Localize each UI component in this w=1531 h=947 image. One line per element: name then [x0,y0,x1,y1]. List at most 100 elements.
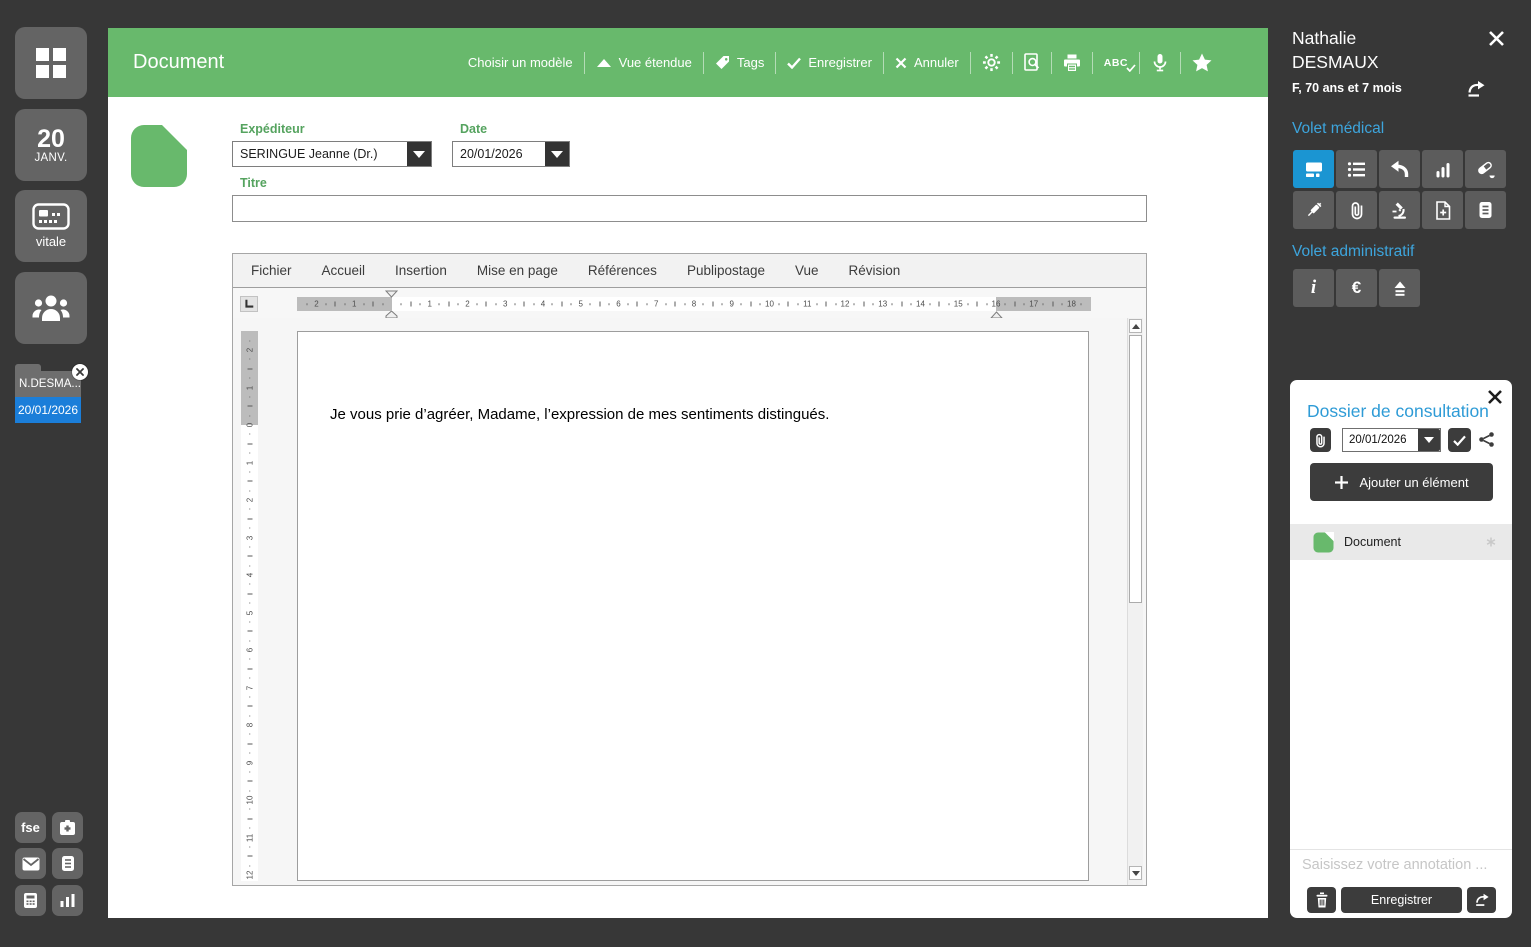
choose-template-button[interactable]: Choisir un modèle [468,55,573,70]
ribbon-tab-accueil[interactable]: Accueil [307,254,381,287]
consultation-item-row[interactable]: Document [1290,524,1512,560]
medical-summary-list-button[interactable] [1336,150,1377,188]
add-element-button[interactable]: Ajouter un élément [1310,463,1493,501]
medical-new-document-button[interactable] [1422,191,1463,229]
scroll-down-button[interactable] [1129,866,1142,880]
bulleted-list-icon [1347,161,1366,178]
close-consultation-panel-button[interactable] [1487,389,1503,405]
title-input[interactable] [232,195,1147,222]
tab-stop-selector[interactable] [240,296,258,312]
extended-view-label: Vue étendue [619,55,692,70]
star-icon [1192,53,1212,72]
date-select[interactable]: 20/01/2026 [452,141,570,167]
paperclip-icon [1350,201,1364,220]
ribbon-tab-fichier[interactable]: Fichier [236,254,307,287]
document-body-text[interactable]: Je vous prie d’agréer, Madame, l’express… [330,406,829,423]
spellcheck-icon: ABC [1104,57,1128,69]
annotation-divider [1290,849,1512,850]
print-button[interactable] [1063,54,1081,72]
pill-icon [1476,159,1496,179]
save-label: Enregistrer [808,55,872,70]
medical-reports-button[interactable] [1465,191,1506,229]
ribbon-tab-publipostage[interactable]: Publipostage [672,254,780,287]
calculator-icon [23,892,38,909]
statistics-button[interactable] [52,885,83,916]
scroll-up-button[interactable] [1129,319,1142,333]
share-consultation-button[interactable] [1478,431,1495,448]
tags-button[interactable]: Tags [715,55,764,70]
close-patient-button[interactable] [1488,30,1505,47]
open-patient-tab[interactable]: N.DESMA... 20/01/2026 [15,364,81,423]
attach-file-button[interactable] [1310,428,1331,452]
ribbon-tab-revision[interactable]: Révision [834,254,916,287]
consultation-item-label: Document [1344,535,1401,549]
grid-icon [34,46,68,80]
favorites-button[interactable] [1192,53,1212,72]
dictation-button[interactable] [1151,53,1169,72]
carte-vitale-button[interactable]: vitale [15,190,87,262]
ribbon-tab-vue[interactable]: Vue [780,254,834,287]
agenda-button[interactable]: 20 JANV. [15,109,87,181]
add-element-label: Ajouter un élément [1359,475,1468,490]
validate-consultation-button[interactable] [1448,428,1471,452]
chevron-down-icon[interactable] [407,142,431,166]
paperclip-icon [1315,433,1326,448]
document-header-bar: Document Choisir un modèle Vue étendue T… [108,28,1268,97]
sender-select[interactable]: SERINGUE Jeanne (Dr.) [232,141,432,167]
settings-button[interactable] [982,53,1001,72]
apps-menu-button[interactable] [15,27,87,99]
extended-view-button[interactable]: Vue étendue [596,55,692,70]
ribbon-tab-references[interactable]: Références [573,254,672,287]
asterisk-icon [1486,537,1496,547]
patients-button[interactable] [15,272,87,344]
sender-select-value: SERINGUE Jeanne (Dr.) [233,147,407,161]
vertical-scrollbar[interactable] [1127,318,1143,885]
mail-button[interactable] [15,848,46,879]
close-patient-tab-button[interactable] [72,364,88,380]
spellcheck-button[interactable]: ABC [1104,57,1128,69]
medical-vaccinations-button[interactable] [1293,191,1334,229]
plus-icon [1334,475,1349,490]
cancel-button[interactable]: Annuler [895,55,959,70]
title-field-label: Titre [240,176,267,190]
print-preview-button[interactable] [1024,53,1040,72]
pharmacy-button[interactable] [52,812,83,843]
toolbar-separator [1092,52,1093,74]
chevron-down-icon[interactable] [545,142,569,166]
fse-button[interactable]: fse [15,812,46,843]
medical-biology-button[interactable] [1379,191,1420,229]
annotation-input[interactable] [1300,856,1504,874]
share-annotation-button[interactable] [1467,887,1496,913]
medical-consultations-button[interactable] [1293,150,1334,188]
ribbon-tab-insertion[interactable]: Insertion [380,254,462,287]
medical-undo-button[interactable] [1379,150,1420,188]
scrollbar-thumb[interactable] [1129,335,1142,603]
undo-arrow-icon [1390,160,1409,178]
admin-billing-button[interactable]: € [1336,269,1377,307]
share-nodes-icon [1478,431,1495,448]
page-preview-icon [1024,53,1040,72]
vertical-ruler-scale: 210123456789101112 [241,331,258,881]
chevron-down-icon[interactable] [1418,429,1440,451]
medical-attachments-button[interactable] [1336,191,1377,229]
consultation-date-select[interactable]: 20/01/2026 [1342,428,1441,452]
admin-upload-button[interactable] [1379,269,1420,307]
documents-button[interactable] [52,848,83,879]
admin-information-button[interactable]: i [1293,269,1334,307]
editor-canvas[interactable]: 210123456789101112 Je vous prie d’agréer… [233,318,1146,885]
document-form-panel: Document Choisir un modèle Vue étendue T… [108,28,1268,918]
date-field-label: Date [460,122,487,136]
delete-annotation-button[interactable] [1307,887,1336,913]
save-button[interactable]: Enregistrer [787,55,872,70]
triangle-up-icon [596,58,612,68]
gear-icon [982,53,1001,72]
medical-curves-button[interactable] [1422,150,1463,188]
ribbon-tab-mise-en-page[interactable]: Mise en page [462,254,573,287]
save-annotation-button[interactable]: Enregistrer [1341,887,1462,913]
share-patient-button[interactable] [1466,80,1486,98]
application-window: 20 JANV. vitale N.DESMA... 20/01/2026 fs… [0,0,1531,947]
calculator-button[interactable] [15,885,46,916]
first-line-indent-marker[interactable] [385,290,398,298]
medical-medications-button[interactable] [1465,150,1506,188]
fse-label: fse [21,820,40,835]
